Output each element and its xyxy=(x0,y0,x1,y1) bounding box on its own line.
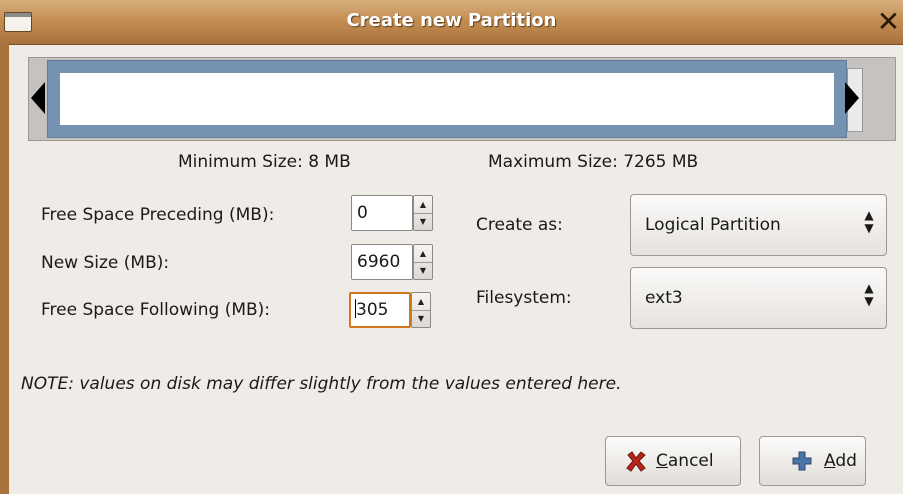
free-space-following-input[interactable]: 305 xyxy=(349,292,411,328)
new-size-label: New Size (MB): xyxy=(41,253,170,273)
create-as-label: Create as: xyxy=(476,215,563,235)
partition-resizer-graph[interactable] xyxy=(28,57,896,141)
window-frame xyxy=(0,44,9,494)
free-space-preceding-spinner[interactable]: 0 ▲ ▼ xyxy=(351,195,435,231)
spinner-buttons[interactable]: ▲ ▼ xyxy=(413,244,433,280)
create-as-value: Logical Partition xyxy=(645,215,781,235)
new-size-spinner[interactable]: 6960 ▲ ▼ xyxy=(351,244,435,280)
select-arrows-icon: ▲ ▼ xyxy=(864,208,874,235)
new-size-input[interactable]: 6960 xyxy=(351,244,413,280)
spin-up-icon[interactable]: ▲ xyxy=(414,245,432,263)
minimum-size-label: Minimum Size: 8 MB xyxy=(178,152,351,172)
free-space-following-label: Free Space Following (MB): xyxy=(41,300,271,320)
partition-used-area xyxy=(60,73,834,125)
window-title: Create new Partition xyxy=(346,10,557,31)
spinner-buttons[interactable]: ▲ ▼ xyxy=(413,195,433,231)
spin-down-icon[interactable]: ▼ xyxy=(412,310,430,327)
spin-up-icon[interactable]: ▲ xyxy=(412,293,430,311)
spin-up-icon[interactable]: ▲ xyxy=(414,196,432,214)
cancel-label: Cancel xyxy=(656,451,714,471)
cancel-button[interactable]: Cancel xyxy=(605,436,741,486)
partition-bar[interactable] xyxy=(47,60,847,138)
left-resize-handle-icon[interactable] xyxy=(31,82,45,114)
free-space-preceding-input[interactable]: 0 xyxy=(351,195,413,231)
cancel-x-icon xyxy=(626,451,646,472)
plus-icon xyxy=(792,451,812,471)
filesystem-select[interactable]: ext3 ▲ ▼ xyxy=(630,267,887,329)
free-space-following-value: 305 xyxy=(356,300,389,320)
create-as-select[interactable]: Logical Partition ▲ ▼ xyxy=(630,194,887,256)
add-button[interactable]: Add xyxy=(759,436,866,486)
spin-down-icon[interactable]: ▼ xyxy=(414,213,432,230)
add-label: Add xyxy=(824,451,857,471)
disk-values-note: NOTE: values on disk may differ slightly… xyxy=(21,374,622,394)
right-resize-handle-icon[interactable] xyxy=(845,82,859,114)
spinner-buttons[interactable]: ▲ ▼ xyxy=(411,292,431,328)
free-space-following-spinner[interactable]: 305 ▲ ▼ xyxy=(349,292,433,328)
filesystem-value: ext3 xyxy=(645,288,683,308)
free-space-preceding-label: Free Space Preceding (MB): xyxy=(41,205,275,225)
spin-down-icon[interactable]: ▼ xyxy=(414,262,432,279)
filesystem-label: Filesystem: xyxy=(476,288,572,308)
select-arrows-icon: ▲ ▼ xyxy=(864,281,874,308)
close-icon[interactable]: ✕ xyxy=(874,7,903,37)
title-bar: Create new Partition ✕ xyxy=(0,0,903,45)
maximum-size-label: Maximum Size: 7265 MB xyxy=(488,152,699,172)
